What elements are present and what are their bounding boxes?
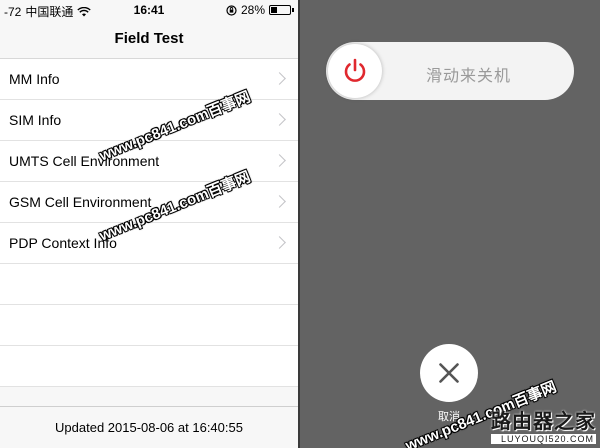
power-slider-knob[interactable] [328,44,382,98]
chevron-right-icon [273,236,286,249]
site-logo-watermark: 路由器之家 LUYOUQI520.COM [491,405,596,444]
footer-toolbar: Updated 2015-08-06 at 16:40:55 [0,406,298,448]
rotation-lock-icon [226,4,237,16]
updated-timestamp: Updated 2015-08-06 at 16:40:55 [55,420,243,435]
chevron-right-icon [273,113,286,126]
list-item-pdp-context-info[interactable]: PDP Context Info [0,223,298,264]
list-item-mm-info[interactable]: MM Info [0,59,298,100]
empty-row [0,305,298,346]
battery-cap [292,8,294,12]
list-item-label: MM Info [9,71,60,87]
empty-row [0,264,298,305]
list-item-label: SIM Info [9,112,62,128]
power-icon [344,58,366,82]
battery-fill [271,7,277,13]
close-icon [439,363,459,383]
battery-percent: 28% [240,3,265,17]
list-item-label: GSM Cell Environment [9,194,152,210]
logo-sub-text: LUYOUQI520.COM [491,434,596,444]
list-item-label: UMTS Cell Environment [9,153,160,169]
status-bar: -72 中国联通 16:41 28% [0,0,298,20]
power-off-screen: 滑动来关机 取消 [300,0,600,448]
chevron-right-icon [273,154,286,167]
chevron-right-icon [273,195,286,208]
chevron-right-icon [273,72,286,85]
page-title: Field Test [114,30,184,47]
slide-to-power-off-label: 滑动来关机 [426,68,512,85]
logo-main-text: 路由器之家 [491,411,596,433]
battery-icon [269,5,291,15]
cancel-button[interactable] [420,344,478,402]
empty-row [0,346,298,387]
status-right: 28% [226,3,294,17]
slide-to-power-off[interactable]: 滑动来关机 [326,42,574,100]
